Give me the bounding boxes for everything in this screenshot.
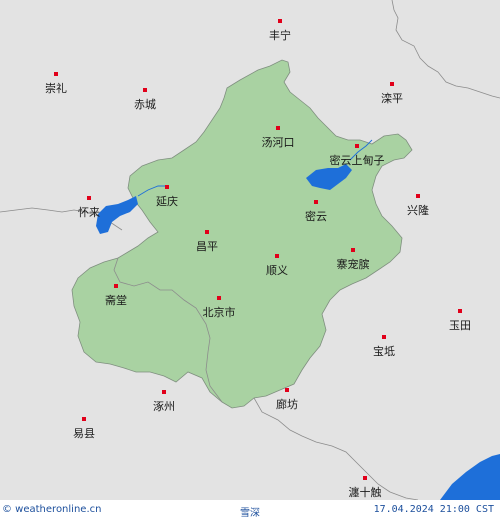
- city-marker: [355, 144, 359, 148]
- city-label: 怀来: [78, 206, 100, 219]
- city-marker: [285, 388, 289, 392]
- city-label: 赤城: [134, 98, 156, 111]
- city-marker: [390, 82, 394, 86]
- city-label: 密云上甸子: [329, 154, 385, 167]
- city-label: 顺义: [266, 264, 288, 277]
- city-marker: [217, 296, 221, 300]
- city-label: 汤河口: [261, 136, 295, 149]
- parameter-label: 雪深: [240, 508, 260, 519]
- city-label: 宝坻: [373, 345, 395, 358]
- city-marker: [54, 72, 58, 76]
- city-marker: [278, 19, 282, 23]
- city-marker: [162, 390, 166, 394]
- city-label: 瀍十触: [348, 486, 382, 499]
- city-label: 寨宠膑: [336, 258, 370, 271]
- city-label: 斋堂: [105, 294, 127, 307]
- footer-bar: © weatheronline.cn 雪深 17.04.2024 21:00 C…: [0, 500, 500, 520]
- city-label: 密云: [305, 210, 327, 223]
- city-label: 玉田: [449, 319, 471, 332]
- city-label: 延庆: [156, 195, 178, 208]
- brand-link[interactable]: © weatheronline.cn: [2, 504, 101, 515]
- city-label: 兴隆: [407, 204, 429, 217]
- city-marker: [382, 335, 386, 339]
- city-marker: [351, 248, 355, 252]
- city-marker: [363, 476, 367, 480]
- city-label: 易县: [73, 427, 95, 440]
- city-marker: [416, 194, 420, 198]
- city-marker: [87, 196, 91, 200]
- city-marker: [275, 254, 279, 258]
- map[interactable]: 丰宁 崇礼 赤城 滦平 汤河口 密云上甸子 延庆 怀来 兴隆 密云 昌平 顺义 …: [0, 0, 500, 500]
- forecast-datetime: 17.04.2024 21:00 CST: [373, 504, 494, 515]
- city-label: 昌平: [196, 240, 218, 253]
- city-marker: [314, 200, 318, 204]
- city-label: 崇礼: [45, 82, 67, 95]
- city-label: 涿州: [153, 400, 175, 413]
- city-label: 北京市: [202, 306, 236, 319]
- city-marker: [276, 126, 280, 130]
- city-marker: [114, 284, 118, 288]
- city-marker: [205, 230, 209, 234]
- city-label: 廊坊: [276, 398, 298, 411]
- city-label: 滦平: [381, 92, 403, 105]
- city-marker: [165, 185, 169, 189]
- city-marker: [82, 417, 86, 421]
- city-marker: [458, 309, 462, 313]
- city-label: 丰宁: [269, 29, 291, 42]
- city-marker: [143, 88, 147, 92]
